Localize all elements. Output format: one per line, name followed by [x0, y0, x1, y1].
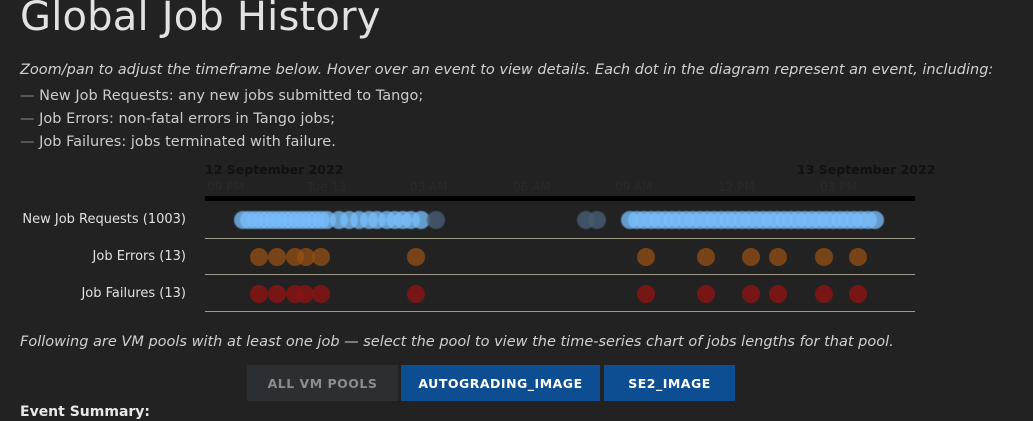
tick-label: Tue 13: [307, 180, 347, 194]
row-label-failures: Job Failures (13): [81, 286, 186, 301]
job-error-dot[interactable]: [769, 248, 787, 266]
event-type-list: — New Job Requests: any new jobs submitt…: [20, 85, 423, 154]
row-divider: [205, 311, 915, 312]
row-divider: [205, 238, 915, 239]
job-failure-dot[interactable]: [697, 285, 715, 303]
se2-image-button[interactable]: SE2_IMAGE: [604, 365, 735, 401]
timeline-end-date: 13 September 2022: [797, 162, 936, 177]
job-failure-dot[interactable]: [849, 285, 867, 303]
job-error-dot[interactable]: [742, 248, 760, 266]
job-timeline[interactable]: 12 September 2022 13 September 2022 09 P…: [0, 160, 1033, 320]
timeline-start-date: 12 September 2022: [205, 162, 344, 177]
job-error-dot[interactable]: [849, 248, 867, 266]
legend-item-failures: — Job Failures: jobs terminated with fai…: [20, 131, 423, 154]
dash: —: [20, 88, 35, 104]
job-failure-dot[interactable]: [312, 285, 330, 303]
event-summary-heading: Event Summary:: [20, 404, 151, 420]
dash: —: [20, 134, 35, 150]
job-failure-dot[interactable]: [815, 285, 833, 303]
job-failure-dot[interactable]: [268, 285, 286, 303]
row-label-errors: Job Errors (13): [92, 249, 186, 264]
tick-label: 03 PM: [820, 180, 857, 194]
job-error-dot[interactable]: [407, 248, 425, 266]
pools-description: Following are VM pools with at least one…: [20, 334, 894, 350]
tick-label: 09 AM: [615, 180, 653, 194]
job-error-dot[interactable]: [815, 248, 833, 266]
timeline-axis: [205, 196, 915, 201]
page-title: Global Job History: [20, 0, 381, 40]
job-failure-dot[interactable]: [250, 285, 268, 303]
tick-label: 09 PM: [207, 180, 244, 194]
legend-text: New Job Requests: any new jobs submitted…: [39, 88, 424, 104]
job-failure-dot[interactable]: [742, 285, 760, 303]
job-error-dot[interactable]: [268, 248, 286, 266]
job-error-dot[interactable]: [697, 248, 715, 266]
tick-label: 06 AM: [513, 180, 551, 194]
intro-text: Zoom/pan to adjust the timeframe below. …: [20, 62, 994, 78]
tick-label: 03 AM: [410, 180, 448, 194]
job-request-dot[interactable]: [427, 211, 445, 229]
row-divider: [205, 274, 915, 275]
legend-item-requests: — New Job Requests: any new jobs submitt…: [20, 85, 423, 108]
all-vm-pools-button[interactable]: ALL VM POOLS: [247, 365, 398, 401]
job-failure-dot[interactable]: [407, 285, 425, 303]
legend-item-errors: — Job Errors: non-fatal errors in Tango …: [20, 108, 423, 131]
job-failure-dot[interactable]: [637, 285, 655, 303]
job-error-dot[interactable]: [312, 248, 330, 266]
tick-label: 12 PM: [718, 180, 755, 194]
job-request-dot[interactable]: [588, 211, 606, 229]
autograding-image-button[interactable]: AUTOGRADING_IMAGE: [401, 365, 600, 401]
job-error-dot[interactable]: [637, 248, 655, 266]
legend-text: Job Errors: non-fatal errors in Tango jo…: [39, 111, 335, 127]
job-request-dot[interactable]: [866, 211, 884, 229]
row-label-requests: New Job Requests (1003): [22, 212, 186, 227]
legend-text: Job Failures: jobs terminated with failu…: [39, 134, 336, 150]
job-failure-dot[interactable]: [769, 285, 787, 303]
dash: —: [20, 111, 35, 127]
job-error-dot[interactable]: [250, 248, 268, 266]
